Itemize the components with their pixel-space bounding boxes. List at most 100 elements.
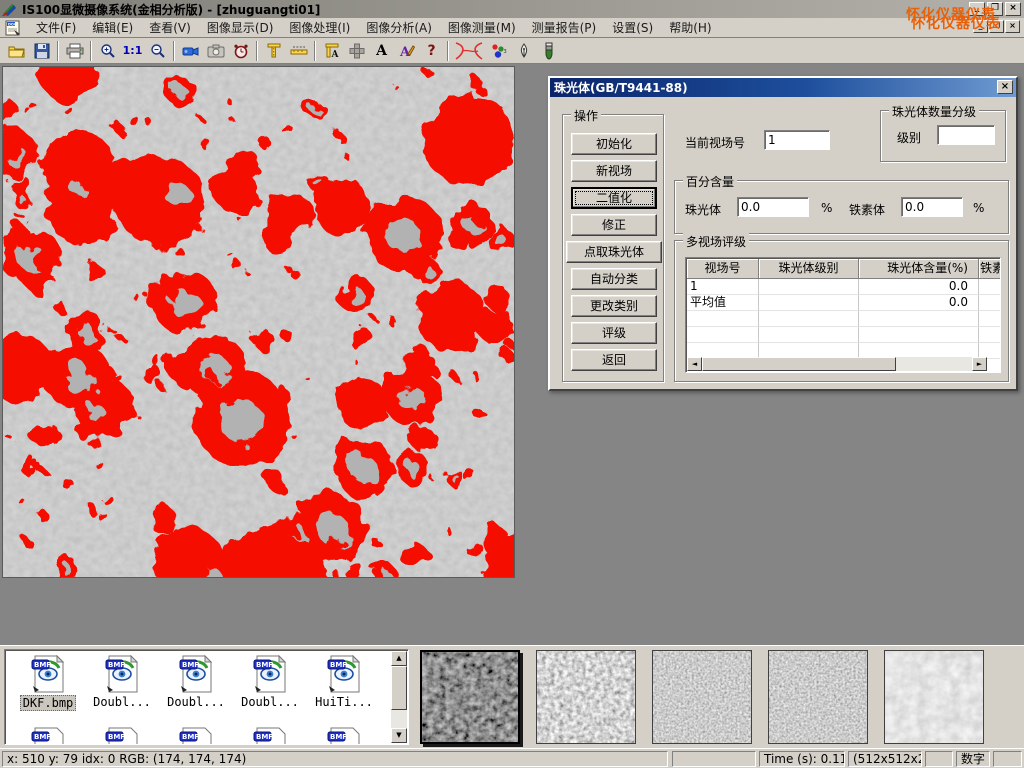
zoom-in-icon (100, 43, 116, 59)
file-item[interactable]: BMP Doubl... (85, 654, 159, 711)
table-horizontal-scrollbar[interactable]: ◄ ► (687, 357, 987, 371)
edit-annotation-button[interactable]: A (394, 39, 419, 62)
table-row[interactable] (687, 311, 1001, 327)
menu-item[interactable]: 文件(F) (28, 17, 84, 38)
micrograph-thumbnail-1[interactable] (420, 650, 520, 744)
text-annotation-button[interactable]: A (369, 39, 394, 62)
mdi-minimize-button[interactable]: _ (973, 20, 988, 33)
mdi-restore-button[interactable]: ❐ (989, 20, 1004, 33)
minimize-button[interactable]: _ (969, 2, 985, 16)
mdi-close-button[interactable]: × (1005, 20, 1020, 33)
file-item[interactable]: BMP (85, 726, 159, 745)
current-field-input[interactable] (764, 130, 830, 150)
dialog-action-button[interactable]: 点取珠光体 (566, 241, 662, 263)
dialog-close-button[interactable]: × (997, 80, 1013, 94)
status-panel-empty (925, 751, 953, 767)
menu-item[interactable]: 编辑(E) (84, 17, 141, 38)
print-button[interactable] (62, 39, 87, 62)
pearlite-percent-input[interactable] (737, 197, 809, 217)
grid-cross-icon (349, 43, 365, 59)
file-list-scrollbar[interactable]: ▲ ▼ (391, 651, 407, 743)
measure-label-button[interactable]: A (319, 39, 344, 62)
dialog-action-button[interactable]: 新视场 (571, 160, 657, 182)
restore-button[interactable]: ❐ (987, 2, 1003, 16)
file-item[interactable]: BMP (233, 726, 307, 745)
open-button[interactable] (4, 39, 29, 62)
micrograph-thumbnail-2[interactable] (536, 650, 636, 744)
scroll-down-arrow[interactable]: ▼ (391, 728, 407, 743)
micrograph-image[interactable] (2, 66, 515, 578)
time-status: Time (s): 0.113 (759, 751, 845, 767)
timer-button[interactable] (228, 39, 253, 62)
window-title: IS100显微摄像系统(金相分析版) - [zhuguangti01] (22, 1, 320, 18)
help-icon: ? (427, 43, 435, 59)
file-item[interactable]: BMP Doubl... (233, 654, 307, 711)
video-capture-button[interactable] (178, 39, 203, 62)
grade-input[interactable] (937, 125, 995, 145)
table-row[interactable]: 1 0.0 (687, 279, 1001, 295)
menu-item[interactable]: 图像显示(D) (199, 17, 282, 38)
help-button[interactable]: ? (419, 39, 444, 62)
svg-text:BMP: BMP (182, 733, 199, 741)
menu-item[interactable]: 帮助(H) (661, 17, 719, 38)
bmp-file-icon: BMP (177, 654, 215, 694)
dialog-action-button[interactable]: 初始化 (571, 133, 657, 155)
save-button[interactable] (29, 39, 54, 62)
svg-text:DOC: DOC (8, 22, 17, 26)
dialog-action-button[interactable]: 自动分类 (571, 268, 657, 290)
table-row[interactable]: 平均值 0.0 (687, 295, 1001, 311)
menu-item[interactable]: 图像测量(M) (440, 17, 524, 38)
close-button[interactable]: × (1005, 2, 1021, 16)
classify-button[interactable]: 3 (486, 39, 511, 62)
pearlite-dialog: 珠光体(GB/T9441-88) × 操作 初始化新视场二值化修正点取珠光体自动… (548, 76, 1018, 391)
file-item[interactable]: BMP Doubl... (159, 654, 233, 711)
file-item[interactable]: BMP (11, 726, 85, 745)
dialog-action-button[interactable]: 返回 (571, 349, 657, 371)
grid-count-button[interactable] (344, 39, 369, 62)
scrollbar-thumb[interactable] (702, 357, 896, 371)
file-name: HuiTi... (313, 695, 375, 709)
dialog-action-button[interactable]: 修正 (571, 214, 657, 236)
ferrite-percent-input[interactable] (901, 197, 963, 217)
file-item[interactable]: BMP (307, 726, 381, 745)
pen-tool-button[interactable] (511, 39, 536, 62)
file-list[interactable]: BMP DKF.bmp (4, 649, 409, 745)
scrollbar-thumb[interactable] (391, 666, 407, 710)
menu-item[interactable]: 图像分析(A) (358, 17, 440, 38)
scroll-right-arrow[interactable]: ► (972, 357, 987, 371)
rating-table[interactable]: 视场号珠光体级别珠光体含量(%)铁素体含量(%) 1 0.0 (685, 257, 1001, 373)
bmp-file-icon: BMP (325, 726, 363, 745)
scroll-up-arrow[interactable]: ▲ (391, 651, 407, 666)
dialog-title-bar[interactable]: 珠光体(GB/T9441-88) × (550, 78, 1016, 97)
svg-text:BMP: BMP (34, 733, 51, 741)
scroll-left-arrow[interactable]: ◄ (687, 357, 702, 371)
micrograph-thumbnail-4[interactable] (768, 650, 868, 744)
multi-field-group-label: 多视场评级 (683, 233, 749, 250)
file-item[interactable]: BMP DKF.bmp (11, 654, 85, 711)
dialog-action-button[interactable]: 评级 (571, 322, 657, 344)
file-item[interactable]: BMP (159, 726, 233, 745)
file-row-clipped: BMP BMP BMP BMP BMP (11, 726, 381, 745)
menu-item[interactable]: 图像处理(I) (281, 17, 358, 38)
menu-item[interactable]: 查看(V) (141, 17, 199, 38)
zoom-out-button[interactable] (145, 39, 170, 62)
actual-size-button[interactable]: 1:1 (120, 39, 145, 62)
menu-item[interactable]: 设置(S) (604, 17, 661, 38)
ferrite-unit: % (973, 201, 984, 215)
dialog-action-button[interactable]: 二值化 (571, 187, 657, 209)
snapshot-button[interactable] (203, 39, 228, 62)
text-pencil-icon: A (399, 43, 415, 59)
file-item[interactable]: BMP HuiTi... (307, 654, 381, 711)
menu-item[interactable]: 测量报告(P) (524, 17, 605, 38)
brush-tool-button[interactable] (536, 39, 561, 62)
zoom-in-button[interactable] (95, 39, 120, 62)
micrograph-thumbnail-5[interactable] (884, 650, 984, 744)
caliper-measure-button[interactable] (261, 39, 286, 62)
micrograph-thumbnail-3[interactable] (652, 650, 752, 744)
dialog-action-button[interactable]: 更改类别 (571, 295, 657, 317)
table-row[interactable] (687, 327, 1001, 343)
curve-select-button[interactable] (452, 39, 486, 62)
printer-icon (66, 43, 84, 59)
ruler-button[interactable] (286, 39, 311, 62)
thumbnail-bar (420, 650, 984, 744)
